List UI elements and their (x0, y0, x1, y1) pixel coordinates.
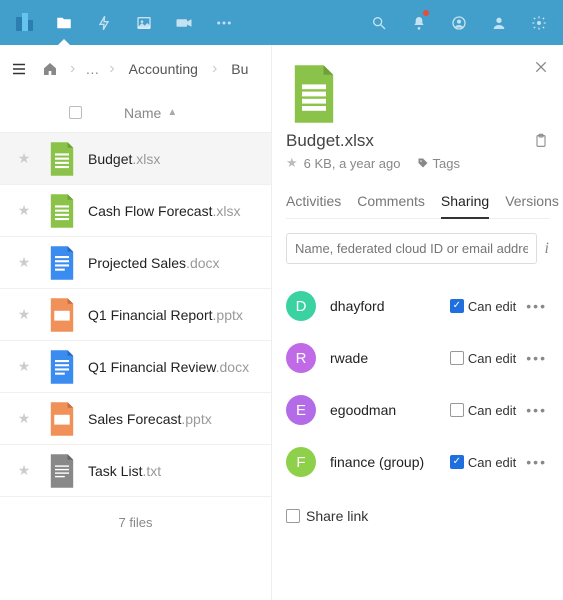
file-type-icon (44, 297, 80, 333)
file-title: Budget.xlsx (286, 131, 374, 151)
share-entry: DdhayfordCan edit ••• (286, 280, 549, 332)
search-icon[interactable] (359, 0, 399, 45)
breadcrumb: › … › Accounting › Bu (0, 45, 271, 93)
file-name: Q1 Financial Report.pptx (88, 307, 261, 323)
notifications-icon[interactable] (399, 0, 439, 45)
tag-icon (417, 157, 429, 169)
favorite-star-icon[interactable]: ★ (10, 202, 38, 219)
breadcrumb-item-current[interactable]: Bu (217, 61, 262, 77)
avatar: R (286, 343, 316, 373)
file-row[interactable]: ★ Projected Sales.docx (0, 237, 271, 289)
favorite-star-icon[interactable]: ★ (10, 254, 38, 271)
details-panel: Budget.xlsx ★ 6 KB, a year ago Tags Acti… (272, 45, 563, 600)
file-type-icon (44, 453, 80, 489)
file-type-icon (44, 141, 80, 177)
tags-label[interactable]: Tags (433, 156, 460, 171)
share-entry: RrwadeCan edit ••• (286, 332, 549, 384)
file-row[interactable]: ★ Sales Forecast.pptx (0, 393, 271, 445)
share-user-name: dhayford (330, 298, 450, 314)
checkbox[interactable] (450, 299, 464, 313)
share-user-name: finance (group) (330, 454, 450, 470)
file-name: Budget.xlsx (88, 151, 261, 167)
file-type-icon (44, 245, 80, 281)
share-entry: Ffinance (group)Can edit ••• (286, 436, 549, 488)
file-type-icon (44, 349, 80, 385)
breadcrumb-item[interactable]: Accounting (115, 61, 212, 77)
favorite-star-icon[interactable]: ★ (10, 150, 38, 167)
can-edit-toggle[interactable]: Can edit (450, 299, 516, 314)
can-edit-toggle[interactable]: Can edit (450, 351, 516, 366)
more-options-icon[interactable]: ••• (524, 350, 549, 366)
file-row[interactable]: ★ Task List.txt (0, 445, 271, 497)
activity-icon[interactable] (84, 0, 124, 45)
avatar: E (286, 395, 316, 425)
star-icon[interactable]: ★ (286, 155, 298, 171)
share-search-input[interactable] (286, 233, 537, 264)
settings-icon[interactable] (519, 0, 559, 45)
tab-versions[interactable]: Versions (505, 189, 559, 218)
app-logo[interactable] (4, 0, 44, 45)
files-icon[interactable] (44, 0, 84, 45)
video-icon[interactable] (164, 0, 204, 45)
breadcrumb-overflow[interactable]: … (75, 61, 109, 77)
favorite-star-icon[interactable]: ★ (10, 410, 38, 427)
file-meta: 6 KB, a year ago (304, 156, 401, 171)
can-edit-toggle[interactable]: Can edit (450, 403, 516, 418)
file-type-icon-large (290, 65, 549, 123)
file-row[interactable]: ★ Q1 Financial Report.pptx (0, 289, 271, 341)
file-count-summary: 7 files (0, 497, 271, 548)
info-icon[interactable]: i (545, 240, 549, 258)
file-name: Q1 Financial Review.docx (88, 359, 261, 375)
close-icon[interactable] (533, 59, 549, 75)
file-name: Task List.txt (88, 463, 261, 479)
more-options-icon[interactable]: ••• (524, 454, 549, 470)
file-name: Sales Forecast.pptx (88, 411, 261, 427)
file-list-pane: › … › Accounting › Bu Name ▲ ★ Budget.xls… (0, 45, 272, 600)
select-all-checkbox[interactable] (69, 106, 82, 119)
more-apps-icon[interactable] (204, 0, 244, 45)
file-row[interactable]: ★ Cash Flow Forecast.xlsx (0, 185, 271, 237)
checkbox[interactable] (450, 455, 464, 469)
file-type-icon (44, 401, 80, 437)
avatar: D (286, 291, 316, 321)
list-header: Name ▲ (0, 93, 271, 133)
tab-comments[interactable]: Comments (357, 189, 425, 218)
users-icon[interactable] (479, 0, 519, 45)
share-entry: EegoodmanCan edit ••• (286, 384, 549, 436)
file-name: Cash Flow Forecast.xlsx (88, 203, 261, 219)
clipboard-icon[interactable] (533, 133, 549, 149)
share-user-name: egoodman (330, 402, 450, 418)
more-options-icon[interactable]: ••• (524, 402, 549, 418)
sort-asc-icon: ▲ (167, 107, 177, 118)
favorite-star-icon[interactable]: ★ (10, 306, 38, 323)
share-link-label: Share link (306, 508, 368, 524)
share-link-checkbox[interactable] (286, 509, 300, 523)
column-header-name[interactable]: Name ▲ (94, 105, 177, 121)
can-edit-toggle[interactable]: Can edit (450, 455, 516, 470)
favorite-star-icon[interactable]: ★ (10, 358, 38, 375)
file-row[interactable]: ★ Q1 Financial Review.docx (0, 341, 271, 393)
gallery-icon[interactable] (124, 0, 164, 45)
more-options-icon[interactable]: ••• (524, 298, 549, 314)
checkbox[interactable] (450, 351, 464, 365)
tab-sharing[interactable]: Sharing (441, 189, 489, 219)
checkbox[interactable] (450, 403, 464, 417)
favorite-star-icon[interactable]: ★ (10, 462, 38, 479)
file-type-icon (44, 193, 80, 229)
avatar: F (286, 447, 316, 477)
file-name: Projected Sales.docx (88, 255, 261, 271)
top-bar (0, 0, 563, 45)
tab-activities[interactable]: Activities (286, 189, 341, 218)
file-row[interactable]: ★ Budget.xlsx (0, 133, 271, 185)
share-user-name: rwade (330, 350, 450, 366)
contacts-icon[interactable] (439, 0, 479, 45)
menu-toggle[interactable] (6, 60, 30, 78)
home-crumb[interactable] (30, 61, 70, 77)
